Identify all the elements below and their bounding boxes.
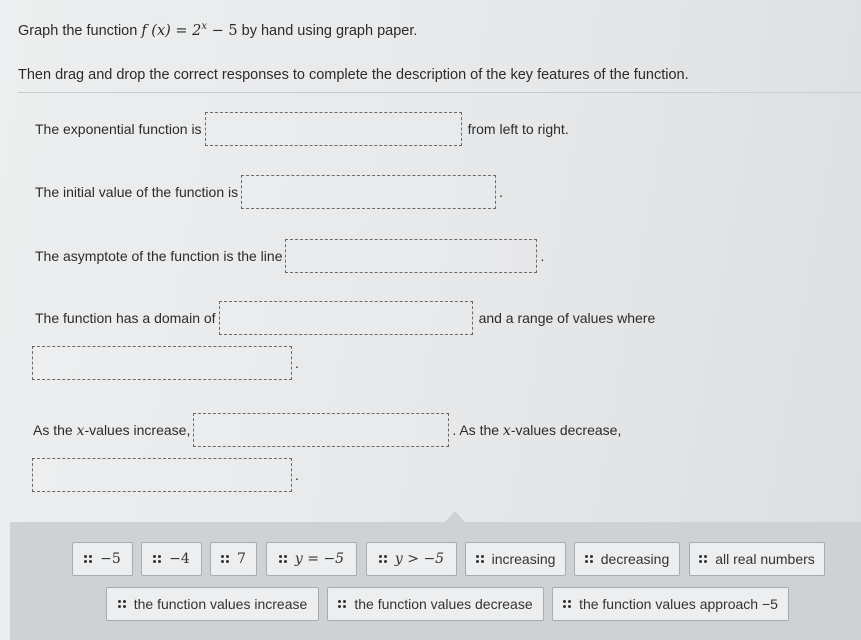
drop-zone-x-increase[interactable] <box>193 413 450 447</box>
tile-7[interactable]: 7 <box>210 542 257 576</box>
drag-handle-icon <box>278 555 287 563</box>
answer-tile-tray <box>10 522 861 640</box>
statement-domain: The function has a domain of and a range… <box>35 301 655 335</box>
statement-text-after: from left to right. <box>467 121 569 137</box>
tile-values-approach-neg-5[interactable]: the function values approach −5 <box>552 587 789 621</box>
drag-handle-icon <box>563 600 572 608</box>
tile-label: the function values approach −5 <box>579 596 778 612</box>
statement-text-after: and a range of values where <box>478 310 656 326</box>
tile-label: all real numbers <box>715 551 815 567</box>
statement-text: The exponential function is <box>35 121 202 137</box>
statement-x-increase: As the x-values increase, . As the x-val… <box>33 413 621 447</box>
x-variable: x <box>76 422 85 439</box>
function-lhs: f (x) = 2 <box>141 22 202 39</box>
tile-decreasing[interactable]: decreasing <box>574 542 680 576</box>
statement-text: The asymptote of the function is the lin… <box>35 248 283 264</box>
statement-range: . <box>32 346 299 380</box>
statement-text-after: . <box>295 355 299 371</box>
tile-y-greater-neg-5[interactable]: y > −5 <box>366 542 457 576</box>
tile-neg-5[interactable]: −5 <box>72 542 133 576</box>
statement-text-after: . <box>540 248 545 264</box>
drag-handle-icon <box>699 555 708 563</box>
tile-values-decrease[interactable]: the function values decrease <box>327 587 544 621</box>
text-part: -values increase, <box>84 421 191 438</box>
tile-neg-4[interactable]: −4 <box>141 542 202 576</box>
drag-handle-icon <box>475 555 484 563</box>
tile-label: y > −5 <box>394 551 445 567</box>
prompt-area: The exponential function is from left to… <box>0 93 861 523</box>
tile-label: 7 <box>237 551 246 567</box>
drag-handle-icon <box>584 555 593 563</box>
statement-text-after: . <box>499 184 504 200</box>
instruction-drag-drop: Then drag and drop the correct responses… <box>18 67 689 83</box>
instruction-text: Graph the function <box>18 22 142 39</box>
drag-handle-icon <box>378 555 387 563</box>
statement-text: As the x-values increase, <box>33 422 190 439</box>
statement-x-decrease: . <box>32 458 299 492</box>
instruction-text-after: by hand using graph paper. <box>237 22 418 39</box>
drop-zone-direction[interactable] <box>204 112 462 146</box>
function-rhs: − 5 <box>207 22 238 39</box>
statement-text: The function has a domain of <box>35 310 216 326</box>
drop-zone-range[interactable] <box>32 346 292 380</box>
statement-initial-value: The initial value of the function is . <box>35 175 503 209</box>
drag-handle-icon <box>153 555 162 563</box>
instruction-graph: Graph the function f (x) = 2x − 5 by han… <box>18 21 417 39</box>
drag-handle-icon <box>338 600 347 608</box>
drop-zone-initial-value[interactable] <box>241 175 497 209</box>
tile-label: −5 <box>100 551 121 567</box>
statement-asymptote: The asymptote of the function is the lin… <box>35 239 544 273</box>
text-part: . As the <box>452 421 503 438</box>
drag-handle-icon <box>117 600 126 608</box>
tile-label: decreasing <box>600 551 670 567</box>
drop-zone-domain[interactable] <box>218 301 473 335</box>
text-part: As the <box>33 421 77 438</box>
tile-increasing[interactable]: increasing <box>465 542 566 576</box>
statement-direction: The exponential function is from left to… <box>35 112 569 146</box>
tile-all-real-numbers[interactable]: all real numbers <box>689 542 825 576</box>
text-part: -values decrease, <box>510 421 622 438</box>
statement-text-after: . <box>295 467 299 483</box>
function-expression: f (x) = 2x − 5 <box>141 21 238 39</box>
drop-zone-x-decrease[interactable] <box>32 458 292 492</box>
tile-label: the function values increase <box>133 596 308 612</box>
tile-label: y = −5 <box>294 551 345 567</box>
statement-text-after: . As the x-values decrease, <box>452 422 621 439</box>
drag-handle-icon <box>84 555 93 563</box>
tile-label: −4 <box>169 551 190 567</box>
tile-y-equals-neg-5[interactable]: y = −5 <box>266 542 357 576</box>
drop-zone-asymptote[interactable] <box>285 239 538 273</box>
tile-label: the function values decrease <box>354 596 533 612</box>
statement-text: The initial value of the function is <box>35 184 239 200</box>
tile-label: increasing <box>491 551 556 567</box>
x-variable: x <box>502 422 511 439</box>
tile-values-increase[interactable]: the function values increase <box>106 587 319 621</box>
drag-handle-icon <box>221 555 230 563</box>
